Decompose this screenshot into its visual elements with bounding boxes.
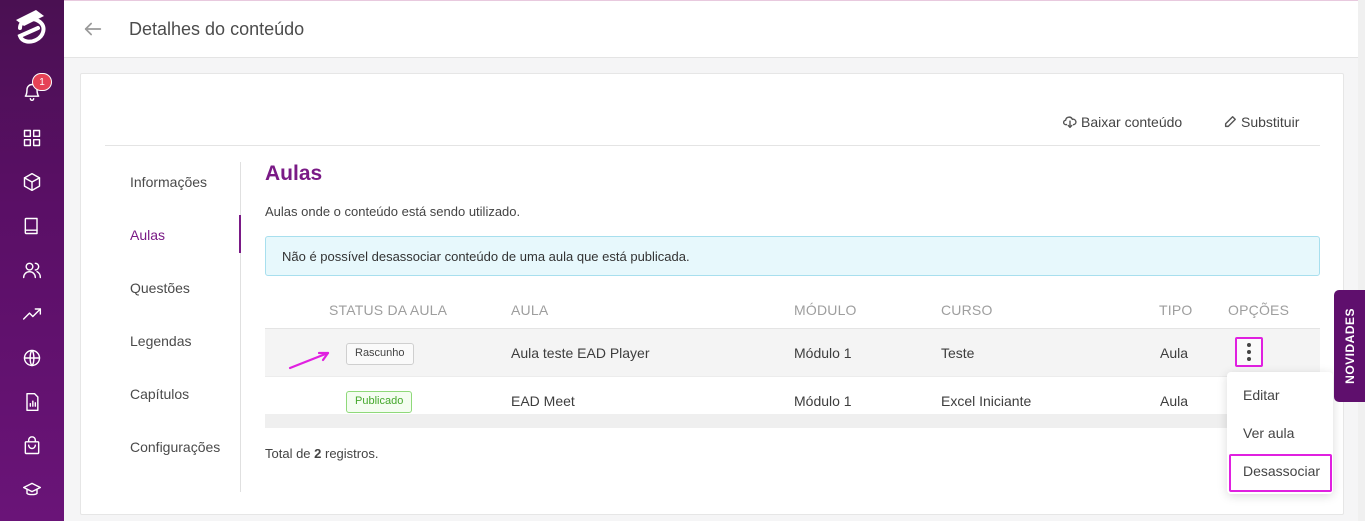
report-icon[interactable] [20,390,44,414]
course-name: Excel Iniciante [941,393,1032,409]
sidebar: 1 [0,0,64,521]
column-header-opcoes: OPÇÕES [1228,302,1290,318]
column-header-modulo[interactable]: MÓDULO [794,302,857,318]
nav-item-legendas[interactable]: Legendas [130,333,192,349]
bag-icon[interactable] [20,434,44,458]
download-content-button[interactable]: Baixar conteúdo [1063,114,1182,130]
table-scrollbar[interactable] [265,414,1320,428]
lesson-name: Aula teste EAD Player [511,345,650,361]
globe-icon[interactable] [20,346,44,370]
grid-icon[interactable] [20,126,44,150]
status-badge: Rascunho [346,343,414,365]
column-header-status[interactable]: STATUS DA AULA [329,302,447,318]
total-records: Total de 2 registros. [265,446,379,461]
trending-icon[interactable] [20,302,44,326]
cloud-download-icon [1063,116,1077,128]
course-name: Teste [941,345,975,361]
app-logo-icon[interactable] [10,6,54,50]
page-scrollbar[interactable] [1358,0,1365,521]
nav-item-questoes[interactable]: Questões [130,280,190,296]
replace-button[interactable]: Substituir [1223,114,1299,130]
menu-item-editar[interactable]: Editar [1243,387,1280,403]
users-icon[interactable] [20,258,44,282]
nav-active-indicator [239,215,241,253]
column-header-tipo[interactable]: TIPO [1159,302,1192,318]
module-name: Módulo 1 [794,345,852,361]
page-header: Detalhes do conteúdo [64,0,1365,58]
pencil-icon [1224,116,1236,128]
download-content-label: Baixar conteúdo [1081,114,1183,130]
type-value: Aula [1160,393,1189,409]
menu-highlight-box [1229,454,1332,492]
novidades-label: NOVIDADES [1342,308,1357,384]
toolbar: Baixar conteúdo Substituir [105,106,1320,146]
section-title: Aulas [265,162,323,185]
annotation-arrow-icon [288,351,330,370]
page-title: Detalhes do conteúdo [129,19,305,39]
content-nav: Informações Aulas Questões Legendas Capí… [105,162,241,492]
replace-label: Substituir [1241,114,1300,130]
graduation-cap-icon[interactable] [20,478,44,502]
module-name: Módulo 1 [794,393,852,409]
options-kebab-button[interactable] [1235,337,1263,367]
cube-icon[interactable] [20,170,44,194]
back-arrow-icon[interactable] [82,18,106,42]
novidades-tab[interactable]: NOVIDADES [1334,290,1365,402]
nav-item-configuracoes[interactable]: Configurações [130,439,220,455]
section-description: Aulas onde o conteúdo está sendo utiliza… [265,204,521,219]
column-header-aula[interactable]: AULA [511,302,548,318]
status-badge: Publicado [346,391,413,413]
notification-badge: 1 [32,73,52,91]
nav-item-aulas[interactable]: Aulas [130,227,165,243]
table-row[interactable]: Rascunho Aula teste EAD Player Módulo 1 … [265,328,1320,377]
book-icon[interactable] [20,214,44,238]
type-value: Aula [1160,345,1189,361]
nav-item-capitulos[interactable]: Capítulos [130,386,189,402]
menu-item-ver-aula[interactable]: Ver aula [1243,425,1294,441]
content-card: Baixar conteúdo Substituir Informações A… [80,73,1344,515]
nav-item-informacoes[interactable]: Informações [130,174,207,190]
lesson-name: EAD Meet [511,393,575,409]
info-alert: Não é possível desassociar conteúdo de u… [265,236,1320,276]
column-header-curso[interactable]: CURSO [941,302,993,318]
